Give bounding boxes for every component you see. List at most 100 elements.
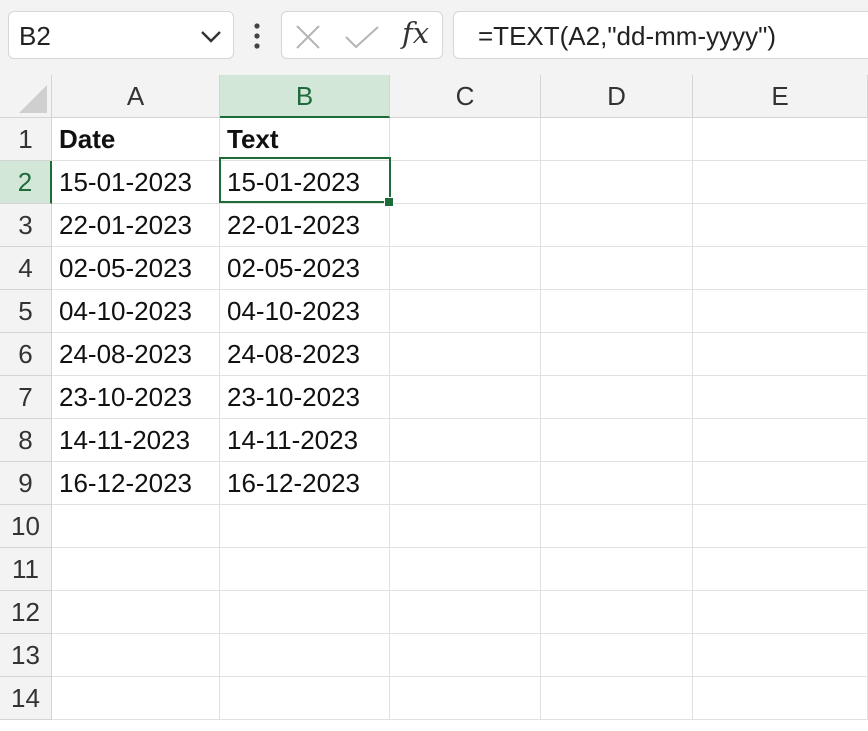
cell-e7[interactable] xyxy=(693,376,868,419)
cell-d14[interactable] xyxy=(541,677,693,720)
cell-d9[interactable] xyxy=(541,462,693,505)
cell-c4[interactable] xyxy=(390,247,541,290)
cell-e4[interactable] xyxy=(693,247,868,290)
cell-e1[interactable] xyxy=(693,118,868,161)
row-header-5[interactable]: 5 xyxy=(0,290,52,333)
row-header-3[interactable]: 3 xyxy=(0,204,52,247)
excel-window: B2 fx =TEXT(A2,"dd-mm-yyyy") A B C D E 1 Da xyxy=(0,0,868,731)
cell-d7[interactable] xyxy=(541,376,693,419)
row-header-6[interactable]: 6 xyxy=(0,333,52,376)
fx-icon[interactable]: fx xyxy=(402,16,429,50)
row-header-14[interactable]: 14 xyxy=(0,677,52,720)
cell-b11[interactable] xyxy=(220,548,390,591)
cell-c9[interactable] xyxy=(390,462,541,505)
row-header-1[interactable]: 1 xyxy=(0,118,52,161)
formula-input[interactable]: =TEXT(A2,"dd-mm-yyyy") xyxy=(453,11,868,59)
cell-d2[interactable] xyxy=(541,161,693,204)
column-header-a[interactable]: A xyxy=(52,75,220,118)
cell-a3[interactable]: 22-01-2023 xyxy=(52,204,220,247)
cell-c1[interactable] xyxy=(390,118,541,161)
cell-b14[interactable] xyxy=(220,677,390,720)
cell-a4[interactable]: 02-05-2023 xyxy=(52,247,220,290)
cell-b4[interactable]: 02-05-2023 xyxy=(220,247,390,290)
cell-c5[interactable] xyxy=(390,290,541,333)
cell-d1[interactable] xyxy=(541,118,693,161)
cell-b3[interactable]: 22-01-2023 xyxy=(220,204,390,247)
cell-b9[interactable]: 16-12-2023 xyxy=(220,462,390,505)
cell-a9[interactable]: 16-12-2023 xyxy=(52,462,220,505)
row-header-9[interactable]: 9 xyxy=(0,462,52,505)
cell-c2[interactable] xyxy=(390,161,541,204)
cell-c14[interactable] xyxy=(390,677,541,720)
column-header-d[interactable]: D xyxy=(541,75,693,118)
cell-e10[interactable] xyxy=(693,505,868,548)
select-all-button[interactable] xyxy=(0,75,52,118)
row-header-13[interactable]: 13 xyxy=(0,634,52,677)
cell-b13[interactable] xyxy=(220,634,390,677)
cell-c13[interactable] xyxy=(390,634,541,677)
cell-c10[interactable] xyxy=(390,505,541,548)
cell-d4[interactable] xyxy=(541,247,693,290)
name-box[interactable]: B2 xyxy=(8,11,234,59)
cell-b12[interactable] xyxy=(220,591,390,634)
cell-d10[interactable] xyxy=(541,505,693,548)
cell-e2[interactable] xyxy=(693,161,868,204)
cell-d13[interactable] xyxy=(541,634,693,677)
row-header-2[interactable]: 2 xyxy=(0,161,52,204)
column-header-e[interactable]: E xyxy=(693,75,868,118)
cell-b2[interactable]: 15-01-2023 xyxy=(220,161,390,204)
cell-d3[interactable] xyxy=(541,204,693,247)
cell-a14[interactable] xyxy=(52,677,220,720)
cell-e9[interactable] xyxy=(693,462,868,505)
cell-c6[interactable] xyxy=(390,333,541,376)
check-icon[interactable] xyxy=(344,25,380,49)
cell-a10[interactable] xyxy=(52,505,220,548)
cell-e13[interactable] xyxy=(693,634,868,677)
column-header-b[interactable]: B xyxy=(220,75,390,118)
worksheet-grid: A B C D E 1 Date Text 2 15-01-2023 15-01-2023 3 22-0… xyxy=(0,75,868,731)
cell-d6[interactable] xyxy=(541,333,693,376)
vertical-dots-icon[interactable] xyxy=(250,22,264,52)
row-header-12[interactable]: 12 xyxy=(0,591,52,634)
cell-a6[interactable]: 24-08-2023 xyxy=(52,333,220,376)
cell-c8[interactable] xyxy=(390,419,541,462)
row-header-4[interactable]: 4 xyxy=(0,247,52,290)
fill-handle[interactable] xyxy=(384,197,394,207)
cell-e3[interactable] xyxy=(693,204,868,247)
cell-c12[interactable] xyxy=(390,591,541,634)
cell-b10[interactable] xyxy=(220,505,390,548)
cell-b7[interactable]: 23-10-2023 xyxy=(220,376,390,419)
column-header-c[interactable]: C xyxy=(390,75,541,118)
cell-a12[interactable] xyxy=(52,591,220,634)
cell-b8[interactable]: 14-11-2023 xyxy=(220,419,390,462)
cell-c11[interactable] xyxy=(390,548,541,591)
row-header-10[interactable]: 10 xyxy=(0,505,52,548)
cell-c7[interactable] xyxy=(390,376,541,419)
cell-b6[interactable]: 24-08-2023 xyxy=(220,333,390,376)
row-header-7[interactable]: 7 xyxy=(0,376,52,419)
cell-d12[interactable] xyxy=(541,591,693,634)
cell-a1[interactable]: Date xyxy=(52,118,220,161)
cell-a11[interactable] xyxy=(52,548,220,591)
cell-e8[interactable] xyxy=(693,419,868,462)
cell-a2[interactable]: 15-01-2023 xyxy=(52,161,220,204)
x-icon[interactable] xyxy=(295,24,321,50)
cell-e6[interactable] xyxy=(693,333,868,376)
row-header-11[interactable]: 11 xyxy=(0,548,52,591)
cell-a8[interactable]: 14-11-2023 xyxy=(52,419,220,462)
cell-d8[interactable] xyxy=(541,419,693,462)
cell-c3[interactable] xyxy=(390,204,541,247)
cell-b5[interactable]: 04-10-2023 xyxy=(220,290,390,333)
cell-d5[interactable] xyxy=(541,290,693,333)
row-header-8[interactable]: 8 xyxy=(0,419,52,462)
cell-e14[interactable] xyxy=(693,677,868,720)
cell-e12[interactable] xyxy=(693,591,868,634)
cell-a13[interactable] xyxy=(52,634,220,677)
cell-a5[interactable]: 04-10-2023 xyxy=(52,290,220,333)
cell-d11[interactable] xyxy=(541,548,693,591)
chevron-down-icon[interactable] xyxy=(199,26,223,46)
cell-e5[interactable] xyxy=(693,290,868,333)
cell-e11[interactable] xyxy=(693,548,868,591)
cell-b1[interactable]: Text xyxy=(220,118,390,161)
cell-a7[interactable]: 23-10-2023 xyxy=(52,376,220,419)
